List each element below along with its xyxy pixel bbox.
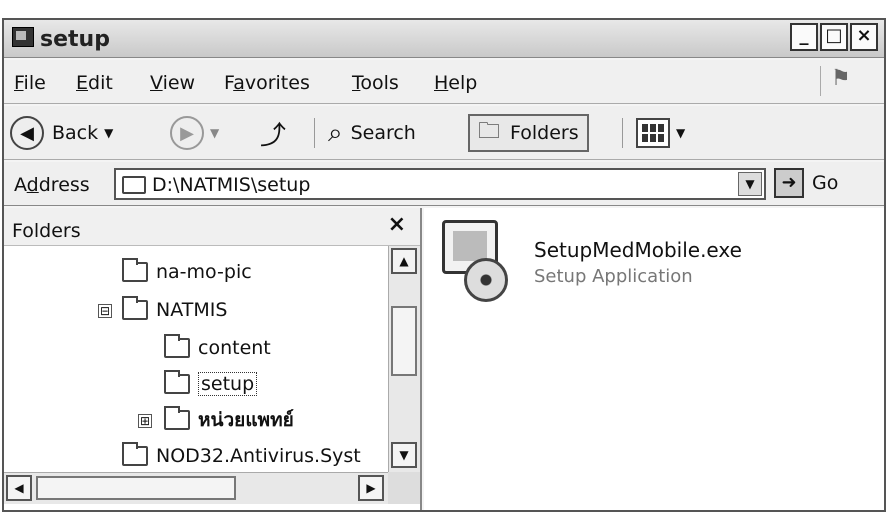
folders-pane: Folders × na-mo-pic ⊟ NATMIS content set… <box>4 208 422 510</box>
folder-icon <box>122 442 148 466</box>
toolbar-separator <box>622 118 623 148</box>
folders-button[interactable]: 🗀 Folders <box>468 114 589 152</box>
search-icon: ⌕ <box>328 117 343 148</box>
search-label: Search <box>350 122 416 144</box>
folder-tree: na-mo-pic ⊟ NATMIS content setup ⊞ หน่วย… <box>4 246 388 472</box>
tree-item-content[interactable]: content <box>164 332 271 364</box>
views-dropdown-icon[interactable]: ▼ <box>676 126 685 140</box>
horizontal-scroll-thumb[interactable] <box>36 476 236 500</box>
title-bar[interactable]: setup _ □ × <box>4 20 884 58</box>
scroll-down-button[interactable]: ▼ <box>391 442 417 468</box>
vertical-scroll-thumb[interactable] <box>391 306 417 376</box>
open-folder-icon <box>164 370 190 394</box>
setup-application-icon <box>434 218 516 302</box>
menu-favorites[interactable]: Favorites <box>224 72 310 94</box>
menu-tools[interactable]: Tools <box>352 72 399 94</box>
window-title: setup <box>40 27 110 52</box>
views-icon <box>636 118 670 148</box>
close-button[interactable]: × <box>850 23 878 51</box>
tree-item-nod32[interactable]: NOD32.Antivirus.Syst <box>122 440 388 472</box>
scroll-right-button[interactable]: ▶ <box>358 475 384 501</box>
tree-item-natmis[interactable]: NATMIS <box>122 294 227 326</box>
file-list-pane: SetupMedMobile.exe Setup Application <box>424 208 884 510</box>
window-controls: _ □ × <box>790 23 878 51</box>
go-arrow-icon: ➜ <box>774 168 804 198</box>
views-button[interactable]: ▼ <box>636 114 685 152</box>
windows-logo-icon <box>820 66 854 96</box>
menu-edit[interactable]: Edit <box>76 72 113 94</box>
folder-icon <box>122 258 148 282</box>
folder-icon <box>122 296 148 320</box>
folders-pane-header: Folders × <box>4 208 420 246</box>
back-button[interactable]: ◀ Back ▼ <box>10 114 113 152</box>
file-name: SetupMedMobile.exe <box>534 238 742 262</box>
address-dropdown-button[interactable]: ▼ <box>738 172 762 196</box>
menu-view[interactable]: View <box>150 72 195 94</box>
back-dropdown-icon[interactable]: ▼ <box>104 126 113 140</box>
toolbar: ◀ Back ▼ ▶ ▼ ⤴ ⌕ Search 🗀 Folders ▼ <box>4 106 884 160</box>
search-button[interactable]: ⌕ Search <box>328 114 416 152</box>
go-button[interactable]: ➜ Go <box>774 168 838 198</box>
folders-icon: 🗀 <box>478 119 501 144</box>
horizontal-scrollbar[interactable]: ◀ ▶ <box>4 472 388 504</box>
folder-icon <box>164 406 190 430</box>
forward-arrow-icon: ▶ <box>170 116 204 150</box>
forward-button[interactable]: ▶ ▼ <box>170 114 219 152</box>
folder-icon <box>122 176 146 194</box>
tree-item-thai-folder[interactable]: หน่วยแพทย์ <box>164 404 294 436</box>
up-arrow-icon: ⤴ <box>260 120 287 151</box>
scroll-up-button[interactable]: ▲ <box>391 248 417 274</box>
expand-toggle-thai-folder[interactable]: ⊞ <box>138 414 152 428</box>
up-folder-button[interactable]: ⤴ <box>260 114 286 152</box>
menu-file[interactable]: File <box>14 72 46 94</box>
folders-pane-title: Folders <box>12 220 81 242</box>
address-input[interactable]: D:\NATMIS\setup ▼ <box>114 168 766 200</box>
address-label: Address <box>14 174 90 196</box>
folders-pane-close-button[interactable]: × <box>388 212 406 237</box>
maximize-button[interactable]: □ <box>820 23 848 51</box>
go-label: Go <box>812 172 839 194</box>
menu-help[interactable]: Help <box>434 72 477 94</box>
menu-bar: File Edit View Favorites Tools Help <box>4 60 884 104</box>
minimize-button[interactable]: _ <box>790 23 818 51</box>
folders-label: Folders <box>510 122 579 144</box>
file-item[interactable]: SetupMedMobile.exe Setup Application <box>434 218 742 302</box>
scrollbar-corner <box>388 472 420 504</box>
tree-item-na-mo-pic[interactable]: na-mo-pic <box>122 256 252 288</box>
tree-item-setup[interactable]: setup <box>164 368 258 400</box>
folder-window-icon <box>12 27 34 47</box>
address-value: D:\NATMIS\setup <box>152 174 311 196</box>
back-arrow-icon: ◀ <box>10 116 44 150</box>
file-type: Setup Application <box>534 266 693 287</box>
forward-dropdown-icon[interactable]: ▼ <box>210 126 219 140</box>
vertical-scrollbar[interactable]: ▲ ▼ <box>388 246 420 472</box>
folder-icon <box>164 334 190 358</box>
scroll-left-button[interactable]: ◀ <box>6 475 32 501</box>
address-bar: Address D:\NATMIS\setup ▼ ➜ Go <box>4 162 884 206</box>
back-label: Back <box>52 122 99 144</box>
explorer-window: setup _ □ × File Edit View Favorites Too… <box>2 18 886 512</box>
toolbar-separator <box>314 118 315 148</box>
collapse-toggle-natmis[interactable]: ⊟ <box>98 304 112 318</box>
